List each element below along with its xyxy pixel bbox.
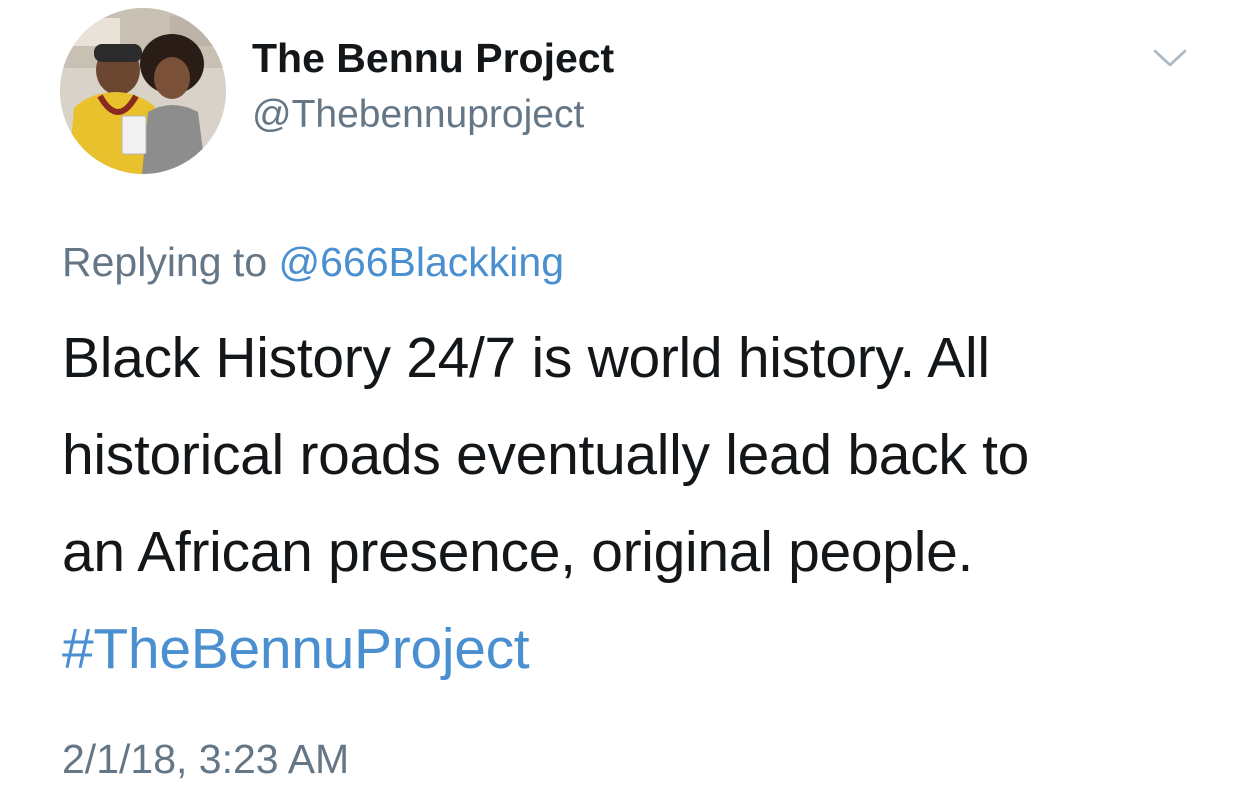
- timestamp[interactable]: 2/1/18, 3:23 AM: [62, 733, 349, 785]
- hashtag-link[interactable]: #TheBennuProject: [62, 601, 1222, 698]
- tweet-text-line: historical roads eventually lead back to: [62, 423, 1030, 487]
- reply-mention-link[interactable]: @666Blackking: [279, 239, 565, 285]
- replying-to: Replying to @666Blackking: [62, 236, 564, 288]
- avatar-photo: [60, 8, 226, 174]
- chevron-down-icon[interactable]: [1152, 44, 1188, 72]
- author-display-name[interactable]: The Bennu Project: [252, 32, 614, 84]
- tweet-text-line: Black History 24/7 is world history. All: [62, 326, 990, 390]
- tweet-text: Black History 24/7 is world history. All…: [62, 310, 1222, 698]
- avatar[interactable]: [60, 8, 226, 174]
- tweet-text-line: an African presence, original people.: [62, 520, 974, 584]
- replying-to-label: Replying to: [62, 239, 279, 285]
- author-handle[interactable]: @Thebennuproject: [252, 90, 584, 140]
